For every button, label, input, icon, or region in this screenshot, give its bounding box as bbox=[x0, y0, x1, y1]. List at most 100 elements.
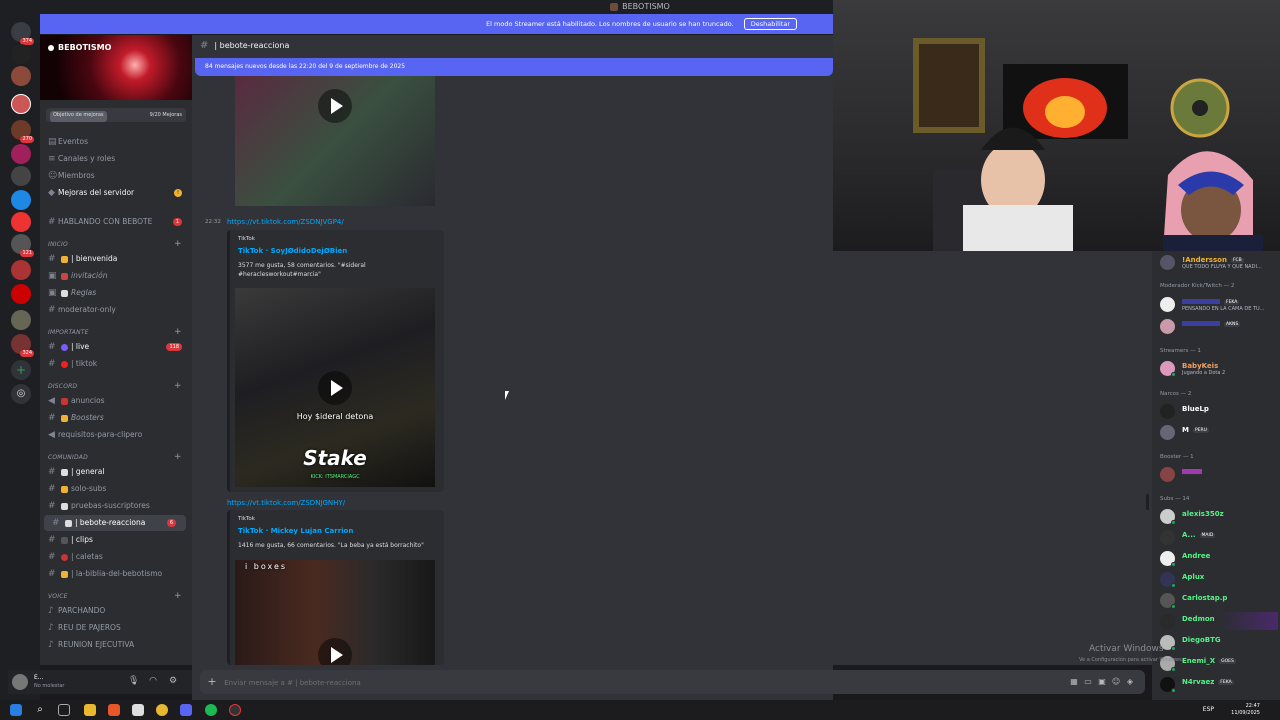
channel-general[interactable]: # | general bbox=[40, 464, 192, 480]
language-indicator[interactable]: ESP bbox=[1203, 706, 1214, 713]
store-icon[interactable] bbox=[132, 704, 144, 716]
channel-solo-subs[interactable]: # solo-subs bbox=[40, 481, 192, 497]
member-item[interactable]: AKNS bbox=[1158, 317, 1278, 335]
member-item[interactable]: N4rvaez FEKA bbox=[1158, 675, 1278, 693]
embed-title[interactable]: TikTok · Mickey Lujan Carrion bbox=[238, 527, 353, 535]
category-comunidad[interactable]: COMUNIDAD + bbox=[48, 452, 182, 462]
task-view-icon[interactable] bbox=[58, 704, 70, 716]
message-link[interactable]: https://vt.tiktok.com/ZSDNJGNHY/ bbox=[227, 499, 345, 507]
server-icon[interactable] bbox=[11, 190, 31, 210]
member-item[interactable]: Carlostap.p bbox=[1158, 591, 1278, 609]
member-item[interactable]: M PERU bbox=[1158, 423, 1278, 441]
nav-members[interactable]: ☺Miembros bbox=[40, 168, 192, 184]
add-channel-icon[interactable]: + bbox=[174, 239, 182, 249]
server-icon[interactable] bbox=[11, 144, 31, 164]
avatar[interactable] bbox=[12, 674, 28, 690]
server-icon[interactable] bbox=[11, 260, 31, 280]
server-icon[interactable]: 270 bbox=[11, 120, 34, 143]
search-icon[interactable]: ⌕ bbox=[34, 704, 46, 716]
nav-server-boosts[interactable]: ◆ Mejoras del servidor! bbox=[40, 185, 192, 201]
member-item[interactable]: alexis350z bbox=[1158, 507, 1278, 525]
server-icon[interactable] bbox=[11, 310, 31, 330]
headphones-icon[interactable]: ◠ bbox=[148, 676, 158, 686]
member-item[interactable]: Andree bbox=[1158, 549, 1278, 567]
add-channel-icon[interactable]: + bbox=[174, 591, 182, 601]
message-link[interactable]: https://vt.tiktok.com/ZSDNJVGP4/ bbox=[227, 218, 344, 226]
server-icon[interactable]: 324 bbox=[11, 334, 34, 357]
boost-goal-bar[interactable]: Objetivo de mejoras 9/20 Mejoras bbox=[46, 108, 186, 122]
clock[interactable]: 22:47 11/09/2025 bbox=[1231, 703, 1260, 717]
discover-icon[interactable]: ◎ bbox=[11, 384, 31, 404]
channel-clips[interactable]: # | clips bbox=[40, 532, 192, 548]
obs-icon[interactable] bbox=[229, 704, 241, 716]
add-server-icon[interactable]: + bbox=[11, 360, 31, 380]
server-icon[interactable] bbox=[11, 284, 31, 304]
channel-biblia[interactable]: # | la-biblia-del-bebotismo bbox=[40, 566, 192, 582]
member-item[interactable]: !Andersson FCB QUE TODO FLUYA Y QUE NADI.… bbox=[1158, 253, 1278, 271]
video-embed[interactable]: Hoy $ideral detona Stake KICK: ITSMARCIA… bbox=[235, 288, 435, 487]
category-voice[interactable]: VOICE + bbox=[48, 591, 182, 601]
sticker-icon[interactable]: ▣ bbox=[1095, 670, 1109, 694]
server-icon[interactable] bbox=[11, 44, 31, 64]
server-icon[interactable]: 374 bbox=[11, 22, 34, 45]
channel-pruebas[interactable]: # pruebas-suscriptores bbox=[40, 498, 192, 514]
mic-icon[interactable]: 🎙 bbox=[128, 676, 139, 686]
add-channel-icon[interactable]: + bbox=[174, 381, 182, 391]
member-item[interactable]: BabyKeis Jugando a Dota 2 bbox=[1158, 359, 1278, 377]
channel-caletas[interactable]: # | caletas bbox=[40, 549, 192, 565]
channel-anuncios[interactable]: ◀ anuncios bbox=[40, 393, 192, 409]
gif-icon[interactable]: ▭ bbox=[1081, 670, 1095, 694]
channel-invitacion[interactable]: ▣ invitación bbox=[40, 268, 192, 284]
member-list-scrollbar[interactable] bbox=[1146, 494, 1149, 510]
member-item[interactable]: Aplux bbox=[1158, 570, 1278, 588]
nav-events[interactable]: ▤Eventos bbox=[40, 134, 192, 150]
member-item[interactable] bbox=[1158, 465, 1278, 483]
file-explorer-icon[interactable] bbox=[84, 704, 96, 716]
new-messages-bar[interactable]: 84 mensajes nuevos desde las 22:20 del 9… bbox=[195, 58, 833, 76]
channel-requisitos[interactable]: ◀ requisitos-para-clipero bbox=[40, 427, 192, 443]
channel-live[interactable]: # | live 118 bbox=[40, 339, 192, 355]
member-item[interactable]: Dedmon bbox=[1158, 612, 1278, 630]
disable-streamer-button[interactable]: Deshabilitar bbox=[743, 18, 797, 30]
channel-hablando[interactable]: # HABLANDO CON BEBOTE 1 bbox=[40, 214, 192, 230]
member-item[interactable]: A... MAID bbox=[1158, 528, 1278, 546]
apps-icon[interactable]: ◈ bbox=[1123, 670, 1137, 694]
category-discord[interactable]: DISCORD + bbox=[48, 381, 182, 391]
emoji-icon[interactable]: ☺ bbox=[1109, 670, 1123, 694]
chrome-icon[interactable] bbox=[156, 704, 168, 716]
voice-reu[interactable]: ♪ REU DE PAJEROS bbox=[40, 620, 192, 636]
discord-icon[interactable] bbox=[180, 704, 192, 716]
category-inicio[interactable]: INICIO + bbox=[48, 239, 182, 249]
embed-title[interactable]: TikTok · SoyJØdidoDejØBien bbox=[238, 247, 347, 255]
category-importante[interactable]: IMPORTANTE + bbox=[48, 327, 182, 337]
add-channel-icon[interactable]: + bbox=[174, 452, 182, 462]
server-icon[interactable] bbox=[11, 66, 31, 86]
attach-icon[interactable]: + bbox=[202, 670, 222, 694]
server-icon[interactable]: 121 bbox=[11, 234, 34, 257]
voice-parchando[interactable]: ♪ PARCHANDO bbox=[40, 603, 192, 619]
spotify-icon[interactable] bbox=[205, 704, 217, 716]
video-embed[interactable]: i boxes bbox=[235, 560, 435, 665]
voice-reunion[interactable]: ♪ REUNION EJECUTIVA bbox=[40, 637, 192, 653]
play-icon[interactable] bbox=[318, 370, 352, 405]
channel-moderator-only[interactable]: # moderator-only bbox=[40, 302, 192, 318]
gear-icon[interactable]: ⚙ bbox=[168, 676, 178, 686]
add-channel-icon[interactable]: + bbox=[174, 327, 182, 337]
windows-start-icon[interactable] bbox=[10, 704, 22, 716]
server-icon-active[interactable] bbox=[11, 94, 31, 114]
video-embed[interactable] bbox=[235, 76, 435, 206]
play-icon[interactable] bbox=[318, 638, 352, 665]
channel-boosters[interactable]: # Boosters bbox=[40, 410, 192, 426]
channel-bienvenida[interactable]: # | bienvenida bbox=[40, 251, 192, 267]
nav-channels-roles[interactable]: ≡ Canales y roles bbox=[40, 151, 192, 167]
member-item[interactable]: FEKA PENSANDO EN LA CAMA DE TU... bbox=[1158, 295, 1278, 313]
play-icon[interactable] bbox=[318, 89, 352, 123]
member-item[interactable]: DiegoBTG bbox=[1158, 633, 1278, 651]
server-name[interactable]: BEBOTISMO bbox=[48, 43, 111, 52]
member-item[interactable]: BlueLp bbox=[1158, 402, 1278, 420]
message-composer[interactable]: + Enviar mensaje a # | bebote-reacciona … bbox=[200, 670, 1145, 694]
brave-icon[interactable] bbox=[108, 704, 120, 716]
channel-reglas[interactable]: ▣ Reglas bbox=[40, 285, 192, 301]
gift-icon[interactable]: ▦ bbox=[1067, 670, 1081, 694]
server-icon[interactable] bbox=[11, 212, 31, 232]
